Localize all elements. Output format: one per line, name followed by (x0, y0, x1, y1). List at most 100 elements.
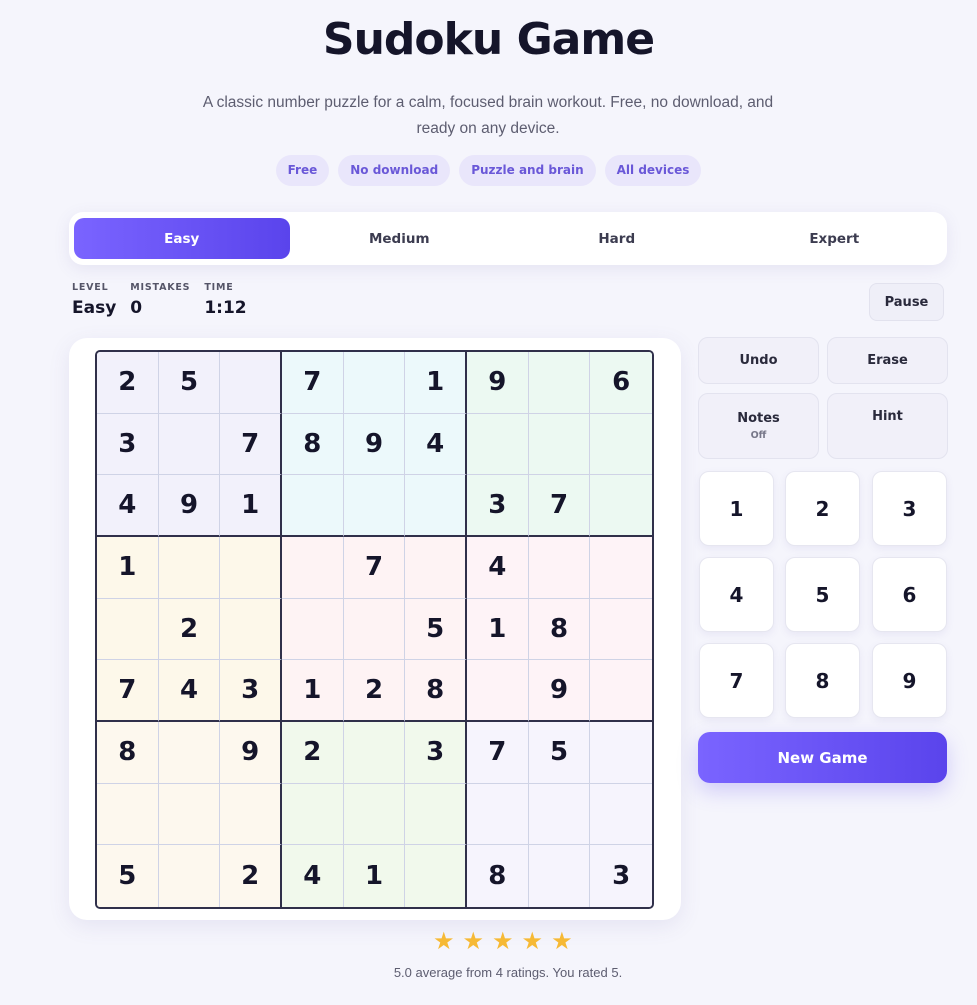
board-cell[interactable] (467, 660, 529, 722)
board-cell[interactable] (467, 413, 529, 476)
board-cell[interactable]: 3 (590, 845, 652, 907)
board-cell[interactable] (590, 413, 652, 476)
board-cell[interactable]: 8 (405, 660, 467, 722)
board-cell[interactable]: 7 (97, 660, 159, 722)
board-cell[interactable]: 1 (467, 598, 529, 661)
board-cell[interactable]: 7 (528, 475, 591, 537)
board-cell[interactable] (158, 845, 221, 907)
board-cell[interactable]: 9 (467, 352, 529, 414)
board-cell[interactable] (590, 475, 652, 537)
board-cell[interactable]: 1 (405, 352, 467, 414)
board-cell[interactable]: 8 (467, 845, 529, 907)
board-cell[interactable]: 9 (220, 722, 282, 784)
star-icon[interactable]: ★ (463, 927, 485, 955)
board-cell[interactable]: 5 (97, 845, 159, 907)
board-cell[interactable]: 2 (158, 598, 221, 661)
board-cell[interactable]: 7 (220, 413, 282, 476)
board-cell[interactable]: 9 (158, 475, 221, 537)
board-cell[interactable] (97, 598, 159, 661)
board-cell[interactable]: 3 (220, 660, 282, 722)
number-button-9[interactable]: 9 (872, 643, 947, 718)
board-cell[interactable]: 9 (343, 413, 406, 476)
star-icon[interactable]: ★ (433, 927, 455, 955)
difficulty-medium-button[interactable]: Medium (292, 218, 508, 259)
board-cell[interactable] (158, 413, 221, 476)
number-button-4[interactable]: 4 (699, 557, 774, 632)
board-cell[interactable] (220, 783, 282, 846)
board-cell[interactable]: 2 (220, 845, 282, 907)
board-cell[interactable] (590, 537, 652, 599)
board-cell[interactable] (528, 783, 591, 846)
board-cell[interactable]: 8 (97, 722, 159, 784)
board-cell[interactable] (528, 845, 591, 907)
difficulty-easy-button[interactable]: Easy (74, 218, 290, 259)
star-icon[interactable]: ★ (522, 927, 544, 955)
board-cell[interactable] (158, 537, 221, 599)
hint-button[interactable]: Hint (827, 393, 948, 459)
board-cell[interactable] (405, 537, 467, 599)
board-cell[interactable]: 3 (97, 413, 159, 476)
board-cell[interactable]: 2 (282, 722, 344, 784)
board-cell[interactable] (590, 660, 652, 722)
board-cell[interactable]: 9 (528, 660, 591, 722)
board-cell[interactable]: 4 (97, 475, 159, 537)
board-cell[interactable]: 1 (97, 537, 159, 599)
pause-button[interactable]: Pause (869, 283, 944, 321)
board-cell[interactable]: 7 (343, 537, 406, 599)
board-cell[interactable]: 1 (220, 475, 282, 537)
board-cell[interactable]: 6 (590, 352, 652, 414)
undo-button[interactable]: Undo (698, 337, 819, 384)
board-cell[interactable]: 5 (528, 722, 591, 784)
board-cell[interactable] (405, 845, 467, 907)
board-cell[interactable]: 4 (467, 537, 529, 599)
difficulty-expert-button[interactable]: Expert (727, 218, 943, 259)
board-cell[interactable] (158, 722, 221, 784)
board-cell[interactable] (220, 537, 282, 599)
board-cell[interactable] (343, 475, 406, 537)
board-cell[interactable] (528, 537, 591, 599)
board-cell[interactable]: 1 (343, 845, 406, 907)
board-cell[interactable] (528, 413, 591, 476)
board-cell[interactable] (590, 722, 652, 784)
number-button-2[interactable]: 2 (785, 471, 860, 546)
board-cell[interactable] (158, 783, 221, 846)
number-button-7[interactable]: 7 (699, 643, 774, 718)
board-cell[interactable] (528, 352, 591, 414)
board-cell[interactable]: 3 (467, 475, 529, 537)
board-cell[interactable]: 4 (405, 413, 467, 476)
number-button-8[interactable]: 8 (785, 643, 860, 718)
board-cell[interactable] (343, 783, 406, 846)
board-cell[interactable]: 8 (528, 598, 591, 661)
board-cell[interactable] (590, 598, 652, 661)
star-icon[interactable]: ★ (551, 927, 573, 955)
board-cell[interactable]: 5 (405, 598, 467, 661)
new-game-button[interactable]: New Game (698, 732, 947, 783)
board-cell[interactable] (282, 537, 344, 599)
number-button-1[interactable]: 1 (699, 471, 774, 546)
board-cell[interactable]: 1 (282, 660, 344, 722)
board-cell[interactable] (97, 783, 159, 846)
board-cell[interactable]: 4 (158, 660, 221, 722)
star-icon[interactable]: ★ (492, 927, 514, 955)
erase-button[interactable]: Erase (827, 337, 948, 384)
board-cell[interactable] (220, 352, 282, 414)
board-cell[interactable] (282, 598, 344, 661)
board-cell[interactable] (343, 722, 406, 784)
difficulty-hard-button[interactable]: Hard (509, 218, 725, 259)
number-button-5[interactable]: 5 (785, 557, 860, 632)
board-cell[interactable] (405, 475, 467, 537)
board-cell[interactable] (343, 598, 406, 661)
board-cell[interactable]: 2 (97, 352, 159, 414)
board-cell[interactable]: 5 (158, 352, 221, 414)
board-cell[interactable]: 7 (467, 722, 529, 784)
board-cell[interactable]: 2 (343, 660, 406, 722)
number-button-6[interactable]: 6 (872, 557, 947, 632)
board-cell[interactable]: 4 (282, 845, 344, 907)
board-cell[interactable] (343, 352, 406, 414)
notes-button[interactable]: Notes Off (698, 393, 819, 459)
number-button-3[interactable]: 3 (872, 471, 947, 546)
board-cell[interactable]: 8 (282, 413, 344, 476)
board-cell[interactable] (467, 783, 529, 846)
board-cell[interactable]: 7 (282, 352, 344, 414)
board-cell[interactable] (282, 475, 344, 537)
